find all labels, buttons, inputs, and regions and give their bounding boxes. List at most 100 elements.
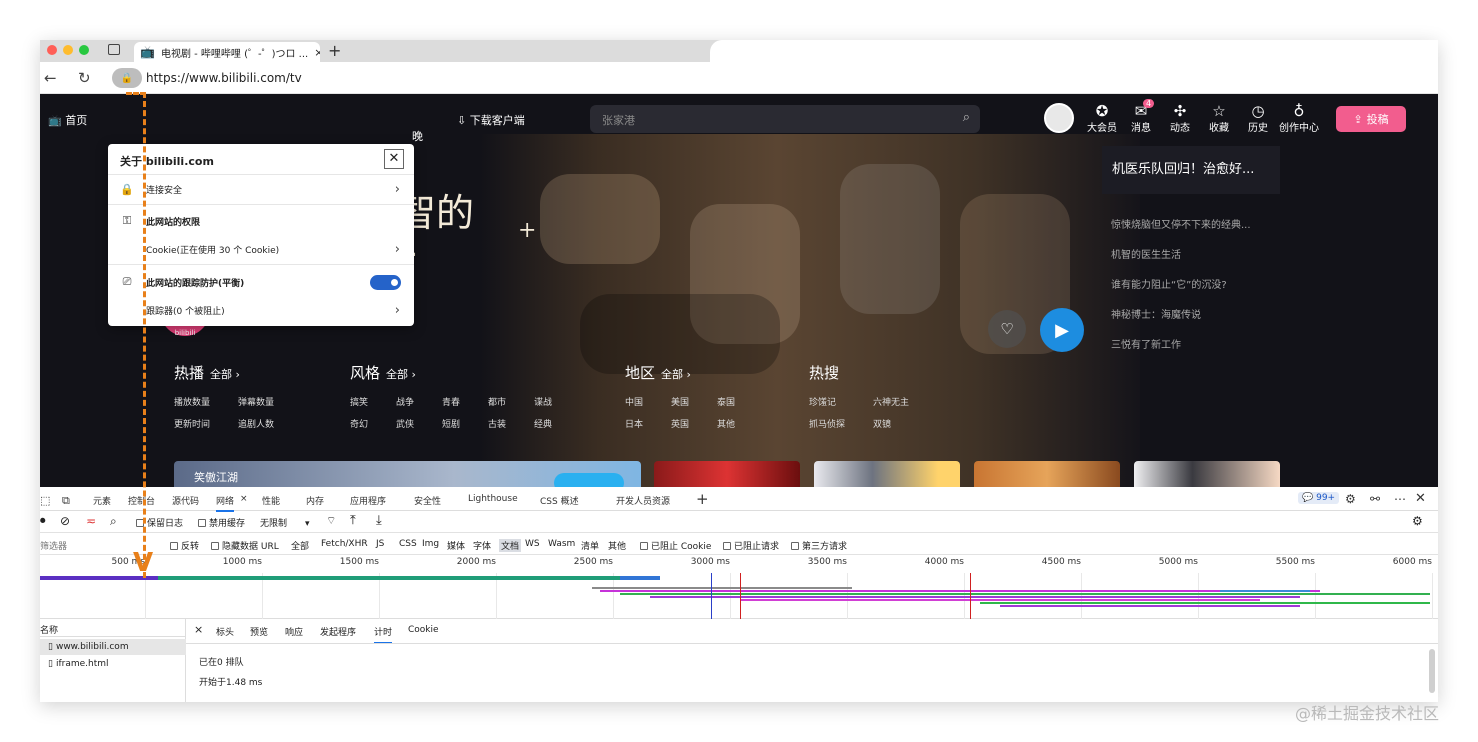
filter-type-2[interactable]: CSS: [399, 539, 417, 549]
site-info-button[interactable]: 🔒: [112, 68, 142, 88]
network-timeline[interactable]: 500 ms 1000 ms 1500 ms 2000 ms 2500 ms 3000 m…: [40, 555, 1438, 619]
import-icon[interactable]: ⤒: [350, 513, 356, 528]
category-title[interactable]: 风格 全部 ›: [350, 362, 580, 383]
filter-type-all[interactable]: 全部: [291, 539, 309, 552]
filter-input[interactable]: 筛选器: [40, 539, 67, 552]
third-party-checkbox[interactable]: 第三方请求: [791, 539, 847, 552]
side-featured-item[interactable]: 机医乐队回归！治愈好...: [1102, 146, 1280, 194]
filter-type-4[interactable]: 媒体: [447, 539, 465, 552]
network-tab-close-button[interactable]: ×: [240, 494, 248, 504]
issues-badge[interactable]: 💬 99+: [1298, 492, 1340, 504]
devtools-tab[interactable]: Lighthouse: [468, 494, 518, 504]
hide-data-url-checkbox[interactable]: 隐藏数据 URL: [211, 539, 279, 552]
hero-banner-image[interactable]: [480, 134, 1140, 487]
top-nav-star[interactable]: ☆ 收藏: [1199, 102, 1239, 134]
browser-tab[interactable]: 📺 电视剧 - 哔哩哔哩 (゜-゜)つロ ... ×: [134, 42, 320, 62]
sidebar-toggle-icon[interactable]: [108, 44, 120, 55]
category-link[interactable]: 珍馐记: [809, 395, 873, 408]
thumbnail-card[interactable]: 笑傲江湖: [174, 461, 641, 487]
top-nav-clock[interactable]: ◷ 历史: [1238, 102, 1278, 134]
detail-tab[interactable]: 计时: [374, 625, 393, 644]
devtools-tab[interactable]: 内存: [306, 494, 324, 507]
connection-secure-row[interactable]: 🔒 连接安全 ›: [108, 175, 414, 203]
detail-tab[interactable]: 响应: [285, 625, 303, 638]
devtools-tab[interactable]: 应用程序: [350, 494, 386, 507]
detail-close-button[interactable]: ×: [194, 623, 203, 636]
category-link[interactable]: 六神无主: [873, 395, 937, 408]
category-link[interactable]: 更新时间: [174, 417, 238, 430]
close-devtools-icon[interactable]: ✕: [1415, 491, 1426, 506]
category-title[interactable]: 热播 全部 ›: [174, 362, 302, 383]
request-row[interactable]: ▯ iframe.html: [40, 656, 186, 672]
filter-type-9[interactable]: 清单: [581, 539, 599, 552]
devtools-tab[interactable]: 源代码: [172, 494, 199, 507]
category-link[interactable]: 都市: [488, 395, 534, 408]
nav-home-link[interactable]: 📺 首页: [48, 112, 87, 128]
maximize-window-button[interactable]: [79, 45, 89, 55]
thumbnail-card[interactable]: [974, 461, 1120, 487]
top-nav-dynamic[interactable]: ✣ 动态: [1160, 102, 1200, 134]
inspect-icon[interactable]: ⬚: [40, 494, 50, 507]
category-link[interactable]: 中国: [625, 395, 671, 408]
side-list-item[interactable]: 谁有能力阻止“它”的沉没?: [1111, 276, 1227, 291]
filter-type-5[interactable]: 字体: [473, 539, 491, 552]
category-link[interactable]: 经典: [534, 417, 580, 430]
popup-close-button[interactable]: ✕: [384, 149, 404, 169]
category-title[interactable]: 热搜: [809, 362, 937, 383]
refresh-icon[interactable]: ↻: [78, 69, 91, 87]
detail-tab[interactable]: Cookie: [408, 625, 439, 635]
favorite-heart-icon[interactable]: ♡: [988, 310, 1026, 348]
category-all-link[interactable]: 全部 ›: [386, 368, 416, 381]
blocked-cookie-checkbox[interactable]: 已阻止 Cookie: [640, 539, 711, 552]
search-icon[interactable]: ⌕: [963, 110, 970, 125]
thumbnail-card[interactable]: [814, 461, 960, 487]
category-link[interactable]: 英国: [671, 417, 717, 430]
record-icon[interactable]: ⏺: [40, 514, 46, 528]
cookie-row[interactable]: Cookie(正在使用 30 个 Cookie) ›: [108, 235, 414, 263]
search-icon[interactable]: ⌕: [110, 514, 117, 529]
filter-type-0[interactable]: Fetch/XHR: [321, 539, 368, 549]
category-link[interactable]: 搞笑: [350, 395, 396, 408]
disable-cache-checkbox[interactable]: 禁用缓存: [198, 516, 245, 529]
category-link[interactable]: 奇幻: [350, 417, 396, 430]
upload-button[interactable]: ⇪ 投稿: [1336, 106, 1406, 132]
category-link[interactable]: 日本: [625, 417, 671, 430]
thumbnail-card[interactable]: [1134, 461, 1280, 487]
category-link[interactable]: 其他: [717, 417, 763, 430]
device-toggle-icon[interactable]: ⧉: [62, 494, 70, 508]
category-link[interactable]: 武侠: [396, 417, 442, 430]
category-title[interactable]: 地区 全部 ›: [625, 362, 763, 383]
side-list-item[interactable]: 惊悚烧脑但又停不下来的经典...: [1111, 216, 1251, 231]
scrollbar[interactable]: [1429, 649, 1435, 693]
category-link[interactable]: 播放数量: [174, 395, 238, 408]
export-icon[interactable]: ⤓: [376, 513, 382, 528]
throttle-select[interactable]: 无限制 ▾: [260, 516, 310, 529]
play-icon[interactable]: ▶: [1040, 308, 1084, 352]
wifi-icon[interactable]: ⌔: [326, 514, 336, 528]
clear-icon[interactable]: ⊘: [60, 514, 70, 528]
detail-tab[interactable]: 标头: [216, 625, 234, 638]
devtools-tab[interactable]: 开发人员资源: [616, 494, 670, 507]
filter-type-10[interactable]: 其他: [608, 539, 626, 552]
gear-icon[interactable]: ⚙: [1345, 492, 1356, 506]
devtools-tab[interactable]: 安全性: [414, 494, 441, 507]
category-link[interactable]: 弹幕数量: [238, 395, 302, 408]
category-link[interactable]: 追剧人数: [238, 417, 302, 430]
top-nav-bulb[interactable]: ♁ 创作中心: [1279, 102, 1319, 134]
category-link[interactable]: 古装: [488, 417, 534, 430]
devtools-tab[interactable]: 性能: [262, 494, 280, 507]
category-link[interactable]: 青春: [442, 395, 488, 408]
request-row[interactable]: ▯ www.bilibili.com: [40, 639, 186, 655]
category-link[interactable]: 抓马侦探: [809, 417, 873, 430]
side-list-item[interactable]: 机智的医生生活: [1111, 246, 1181, 261]
devtools-tab[interactable]: CSS 概述: [540, 494, 579, 507]
dock-icon[interactable]: ⚯: [1370, 492, 1380, 506]
category-link[interactable]: 谍战: [534, 395, 580, 408]
site-search-input[interactable]: 张家港 ⌕: [590, 105, 980, 133]
tab-close-button[interactable]: ×: [314, 46, 320, 59]
devtools-tab[interactable]: 元素: [93, 494, 111, 507]
top-nav-vip[interactable]: ✪ 大会员: [1082, 102, 1122, 134]
blocked-requests-checkbox[interactable]: 已阻止请求: [723, 539, 779, 552]
minimize-window-button[interactable]: [63, 45, 73, 55]
invert-checkbox[interactable]: 反转: [170, 539, 199, 552]
